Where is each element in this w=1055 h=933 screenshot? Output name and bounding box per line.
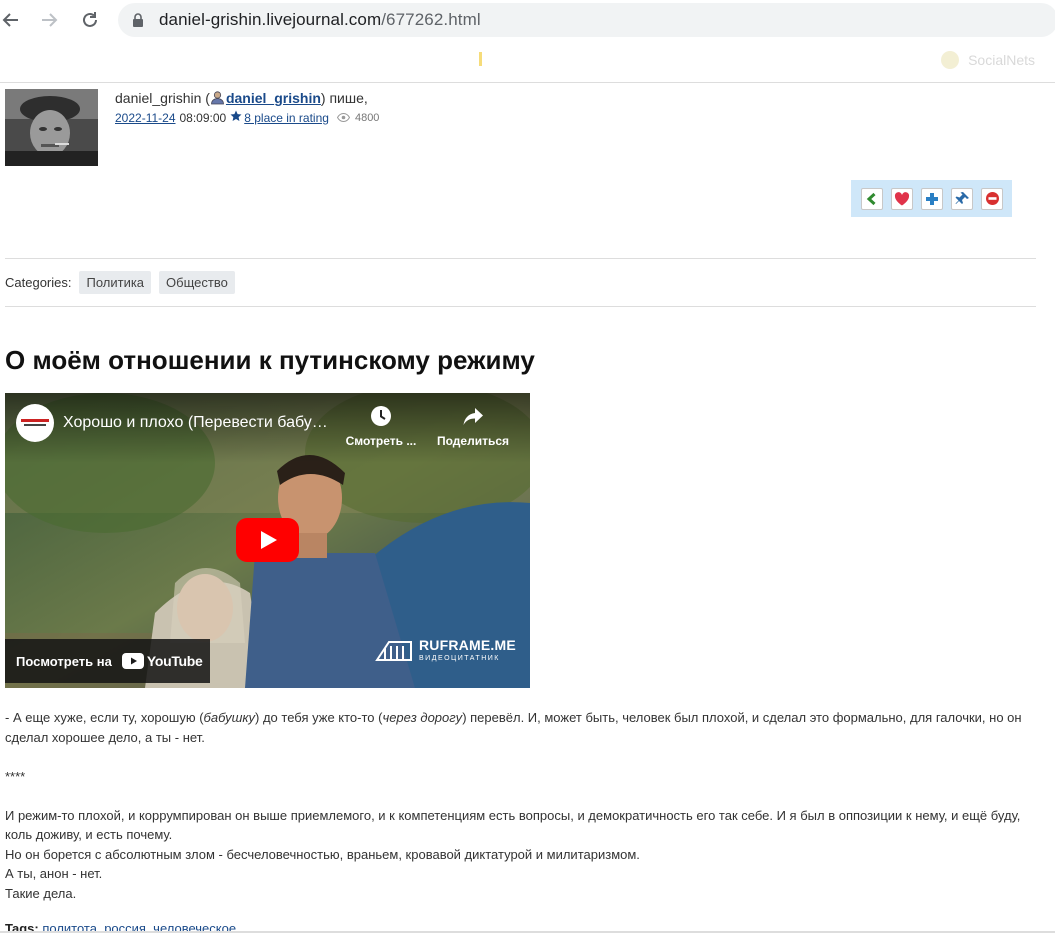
reload-icon[interactable] [79,9,101,31]
post-title: О моём отношении к путинскому режиму [5,345,535,375]
youtube-logo: YouTube [121,653,203,669]
emphasis: через дорогу [382,710,463,725]
author-verb: пише, [329,90,368,106]
clock-icon [371,406,391,426]
share-label: Поделиться [436,434,510,448]
divider [5,258,1036,259]
categories-label: Categories: [5,275,72,290]
previous-post-button[interactable] [861,187,883,210]
block-button[interactable] [981,187,1003,210]
star-icon [230,110,242,125]
url-domain: daniel-grishin.livejournal.com [159,10,382,29]
watch-on-label: Посмотреть на [16,653,112,669]
ruframe-watermark: RUFRAME.ME ВИДЕОЦИТАТНИК [375,637,516,662]
ruframe-name: RUFRAME.ME [419,637,516,653]
plus-icon [926,192,938,205]
browser-toolbar: daniel-grishin.livejournal.com/677262.ht… [0,0,1055,40]
author-avatar[interactable] [5,89,98,166]
body-paragraph-1: - А еще хуже, если ту, хорошую (бабушку)… [5,708,1045,747]
url-text: daniel-grishin.livejournal.com/677262.ht… [159,10,481,30]
heart-icon [894,191,910,205]
play-button-icon[interactable] [236,518,299,562]
lock-icon [132,12,146,28]
post-action-toolbar [851,180,1012,217]
share-icon [463,408,483,425]
separator-text: **** [5,768,26,784]
channel-avatar[interactable] [16,404,54,442]
user-icon [211,91,224,105]
nav-marker [479,52,482,66]
divider [5,306,1036,307]
youtube-wordmark: YouTube [146,653,203,669]
address-bar[interactable]: daniel-grishin.livejournal.com/677262.ht… [118,3,1055,37]
ruframe-logo-icon [375,640,412,661]
emphasis: бабушку [203,710,256,725]
back-icon[interactable] [0,9,22,31]
socialnets-icon [941,51,959,69]
pin-button[interactable] [951,187,973,210]
category-tag-politics[interactable]: Политика [79,271,152,294]
ruframe-subtitle: ВИДЕОЦИТАТНИК [419,655,500,662]
categories: Categories: Политика Общество [5,271,243,294]
stop-icon [985,192,999,205]
body-paragraph-5: Такие дела. [5,885,77,901]
chevron-left-icon [866,192,876,205]
views-eye-icon [336,111,351,125]
video-title[interactable]: Хорошо и плохо (Перевести бабушку через … [63,414,333,432]
add-friend-button[interactable] [921,187,943,210]
like-button[interactable] [891,187,913,210]
body-paragraph-2: И режим-то плохой, и коррумпирован он вы… [5,807,1021,843]
category-tag-society[interactable]: Общество [159,271,235,294]
body-paragraph-3: Но он борется с абсолютным злом - бесчел… [5,846,640,862]
post-body: - А еще хуже, если ту, хорошую (бабушку)… [5,708,1045,903]
socialnets-link[interactable]: SocialNets [968,52,1035,68]
post-date-link[interactable]: 2022-11-24 [115,111,176,125]
watch-later-button[interactable]: Смотреть ... [341,405,421,448]
livejournal-nav-strip: SocialNets [0,40,1055,83]
rating-link[interactable]: 8 place in rating [244,111,329,125]
text-fragment: - А еще хуже, если ту, хорошую ( [5,710,204,725]
author-name: daniel_grishin [115,90,202,106]
post-time: 08:09:00 [179,110,227,125]
post-meta: 2022-11-24 08:09:00 8 place in rating 48… [115,110,379,125]
body-paragraph-4: А ты, анон - нет. [5,866,103,881]
share-button[interactable]: Поделиться [433,405,513,448]
pin-icon [955,192,969,204]
watch-later-label: Смотреть ... [345,434,417,448]
youtube-play-icon [121,653,144,669]
youtube-video-embed[interactable]: Хорошо и плохо (Перевести бабушку через … [5,393,530,688]
text-fragment: ) до тебя уже кто-то ( [255,710,383,725]
url-path: /677262.html [381,10,481,29]
forward-icon[interactable] [38,9,60,31]
views-count: 4800 [354,111,380,124]
author-line: daniel_grishin (daniel_grishin) пише, [115,90,368,106]
author-username-link[interactable]: daniel_grishin [226,90,321,106]
watch-on-youtube-button[interactable]: Посмотреть на YouTube [5,639,210,683]
